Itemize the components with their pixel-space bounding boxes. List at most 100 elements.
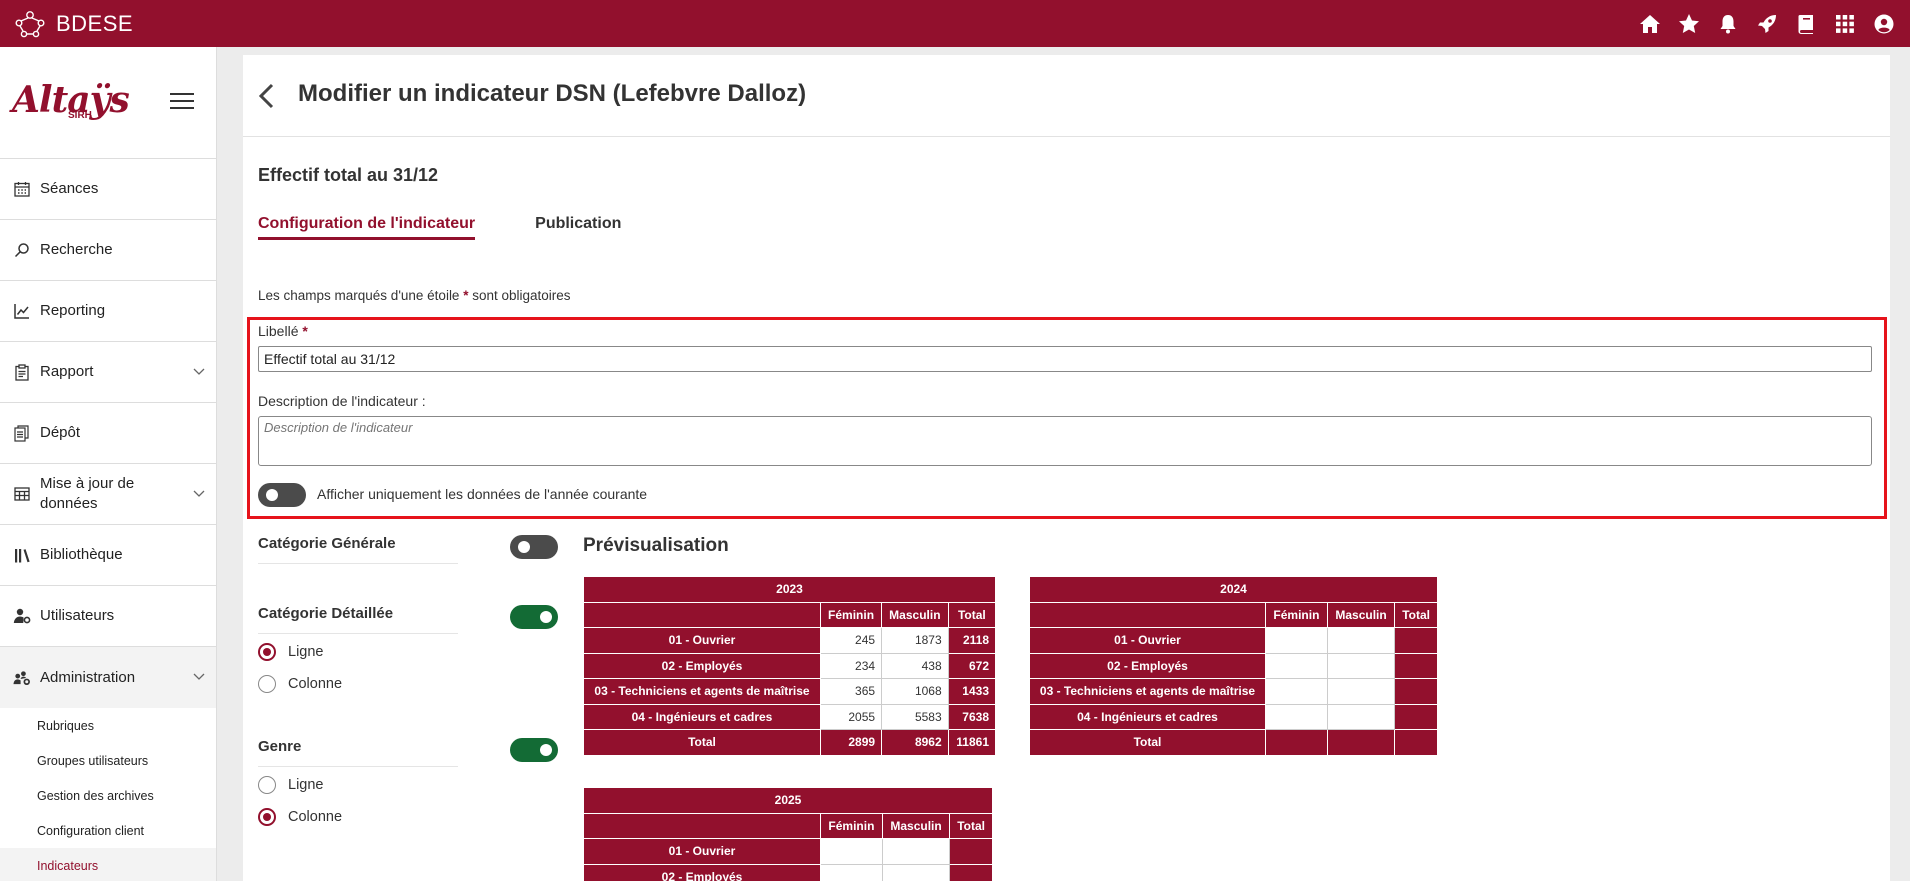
- cell: 438: [881, 652, 949, 679]
- tab-publication[interactable]: Publication: [535, 215, 621, 240]
- row-label: 03 - Techniciens et agents de maîtrise: [583, 678, 821, 705]
- cell: [1265, 627, 1328, 654]
- star-icon[interactable]: [1677, 12, 1701, 36]
- rocket-icon[interactable]: [1755, 12, 1779, 36]
- sidebar-item-depot[interactable]: Dépôt: [0, 403, 216, 464]
- calendar-icon: [13, 180, 31, 198]
- radio-button[interactable]: [258, 808, 276, 826]
- cell: 365: [819, 678, 883, 705]
- radio-button[interactable]: [258, 643, 276, 661]
- sidebar-item-administration[interactable]: Administration: [0, 647, 216, 708]
- home-icon[interactable]: [1638, 12, 1662, 36]
- category-detaillee-toggle[interactable]: [510, 605, 558, 629]
- user-gear-icon: [13, 607, 31, 625]
- table-icon: [13, 485, 31, 503]
- row-label-total: Total: [1029, 729, 1266, 756]
- cell: 2055: [819, 703, 883, 730]
- cell: 1873: [881, 627, 949, 654]
- cell-total: [1394, 627, 1438, 654]
- sidebar-item-label: Administration: [40, 668, 136, 686]
- book-icon[interactable]: [1794, 12, 1818, 36]
- page-title: Modifier un indicateur DSN (Lefebvre Dal…: [298, 80, 807, 107]
- required-star: *: [302, 323, 308, 339]
- subnav-item-configuration[interactable]: Configuration client: [0, 813, 216, 848]
- category-generale-toggle[interactable]: [510, 535, 558, 559]
- current-year-toggle-label: Afficher uniquement les données de l'ann…: [317, 486, 648, 502]
- row-label: 01 - Ouvrier: [583, 627, 821, 654]
- menu-toggle-icon[interactable]: [170, 91, 194, 111]
- subnav-item-rubriques[interactable]: Rubriques: [0, 708, 216, 743]
- sidebar-item-bibliotheque[interactable]: Bibliothèque: [0, 525, 216, 586]
- subnav-item-archives[interactable]: Gestion des archives: [0, 778, 216, 813]
- table-row: 01 - Ouvrier: [1029, 627, 1438, 654]
- libelle-label-text: Libellé: [258, 323, 299, 339]
- preview-title: Prévisualisation: [583, 535, 729, 556]
- mandatory-note-prefix: Les champs marqués d'une étoile: [258, 288, 460, 303]
- cell-total: 2118: [947, 627, 997, 654]
- subnav-item-indicateurs[interactable]: Indicateurs: [0, 848, 216, 881]
- cell: [1265, 678, 1328, 705]
- col-header: Total: [947, 601, 997, 628]
- mandatory-star: *: [463, 288, 469, 303]
- sidebar-item-utilisateurs[interactable]: Utilisateurs: [0, 586, 216, 647]
- col-header: Féminin: [1265, 601, 1328, 628]
- back-arrow-icon[interactable]: [258, 83, 276, 109]
- cell-total: [1394, 652, 1438, 679]
- cell: [1265, 703, 1328, 730]
- chevron-down-icon[interactable]: [192, 669, 206, 683]
- radio-button[interactable]: [258, 675, 276, 693]
- user-account-icon[interactable]: [1872, 12, 1896, 36]
- genre-option-colonne[interactable]: Colonne: [258, 808, 342, 826]
- apps-grid-icon[interactable]: [1833, 12, 1857, 36]
- table-row: 02 - Employés 234 438 672: [583, 652, 997, 679]
- tabs: Configuration de l'indicateur Publicatio…: [258, 215, 621, 240]
- cell: 234: [819, 652, 883, 679]
- indicator-title: Effectif total au 31/12: [258, 165, 439, 185]
- category-genre: Genre Ligne Colonne: [258, 738, 558, 858]
- subnav-item-groupes[interactable]: Groupes utilisateurs: [0, 743, 216, 778]
- sidebar-item-recherche[interactable]: Recherche: [0, 220, 216, 281]
- category-genre-toggle[interactable]: [510, 738, 558, 762]
- col-header: Total: [949, 812, 993, 839]
- cell-total: 7638: [947, 703, 997, 730]
- chevron-down-icon[interactable]: [192, 486, 206, 500]
- sidebar-item-seances[interactable]: Séances: [0, 159, 216, 220]
- cell: [881, 863, 951, 881]
- sidebar-item-label: Rapport: [40, 363, 94, 380]
- description-textarea[interactable]: [258, 416, 1872, 466]
- category-detaillee-label: Catégorie Détaillée: [258, 605, 394, 622]
- chevron-down-icon[interactable]: [192, 364, 206, 378]
- table-total-row: Total: [1029, 729, 1438, 756]
- app-brand[interactable]: BDESE: [56, 11, 133, 37]
- bell-icon[interactable]: [1716, 12, 1740, 36]
- sidebar-item-label: Recherche: [40, 241, 113, 258]
- sidebar-item-reporting[interactable]: Reporting: [0, 281, 216, 342]
- cell: [1326, 703, 1396, 730]
- current-year-toggle[interactable]: [258, 483, 306, 507]
- detaillee-option-ligne[interactable]: Ligne: [258, 643, 323, 661]
- sidebar-item-mise-a-jour[interactable]: Mise à jour de données: [0, 464, 216, 525]
- cell: [820, 863, 883, 881]
- genre-option-ligne[interactable]: Ligne: [258, 776, 323, 794]
- row-label: 04 - Ingénieurs et cadres: [583, 703, 821, 730]
- cell-total: 8962: [881, 729, 949, 756]
- libelle-label: Libellé *: [258, 323, 308, 339]
- radio-button[interactable]: [258, 776, 276, 794]
- form-section: Libellé * Description de l'indicateur : …: [247, 317, 1887, 519]
- sidebar-item-rapport[interactable]: Rapport: [0, 342, 216, 403]
- top-bar: BDESE: [0, 0, 1910, 47]
- card-header: Modifier un indicateur DSN (Lefebvre Dal…: [243, 55, 1890, 137]
- sidebar: Altaÿs SIRH Séances Recherche Reporting: [0, 47, 217, 881]
- tab-configuration[interactable]: Configuration de l'indicateur: [258, 215, 476, 240]
- table-row: 04 - Ingénieurs et cadres 2055 5583 7638: [583, 703, 997, 730]
- cell-total: [1326, 729, 1396, 756]
- detaillee-option-colonne[interactable]: Colonne: [258, 675, 342, 693]
- col-header: Féminin: [819, 601, 883, 628]
- libelle-input[interactable]: [258, 346, 1872, 372]
- cell: [1326, 678, 1396, 705]
- radio-label: Ligne: [288, 777, 324, 793]
- table-row: 01 - Ouvrier: [583, 838, 993, 865]
- table-row: 01 - Ouvrier 245 1873 2118: [583, 627, 997, 654]
- table-row: 02 - Employés: [583, 863, 993, 881]
- sidebar-item-label: Séances: [40, 180, 99, 197]
